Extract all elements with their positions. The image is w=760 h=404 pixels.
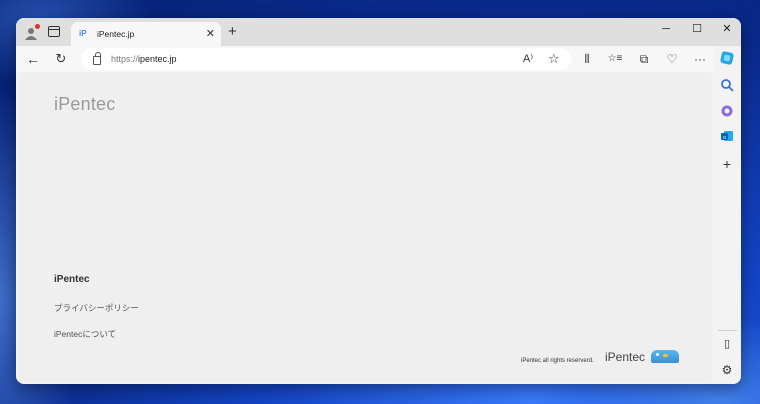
page-content: iPentec iPentec プライバシーポリシー iPentecについて i…	[19, 72, 712, 382]
url-host: ipentec.jp	[138, 54, 177, 64]
title-bar: iP iPentec.jp ✕ + ─ ☐ ✕	[16, 18, 741, 46]
footer-logo: iPentec	[605, 350, 646, 364]
tab-title: iPentec.jp	[97, 29, 135, 39]
split-screen-icon[interactable]: ⫴	[579, 51, 595, 67]
back-button[interactable]: ←	[25, 51, 41, 67]
favorites-icon[interactable]: ☆≡	[607, 51, 623, 67]
site-logo[interactable]: iPentec	[54, 94, 115, 115]
tab-close-icon[interactable]: ✕	[206, 28, 215, 40]
mascot-icon	[651, 350, 679, 363]
svg-text:o: o	[723, 135, 726, 141]
lock-icon[interactable]	[93, 51, 101, 65]
navigation-toolbar: ← ↻ https:// ipentec.jp A⁾ ☆ ⫴ ☆≡ ⧉ ♡ ··…	[16, 46, 741, 72]
more-menu-icon[interactable]: ···	[692, 51, 708, 67]
refresh-button[interactable]: ↻	[53, 51, 69, 67]
profile-button[interactable]	[22, 24, 40, 42]
read-aloud-icon[interactable]: A⁾	[523, 51, 533, 67]
browser-essentials-icon[interactable]: ♡	[664, 51, 680, 67]
new-tab-button[interactable]: +	[228, 24, 237, 40]
tab-actions-icon[interactable]	[48, 26, 60, 37]
tab-active[interactable]: iP iPentec.jp ✕	[71, 22, 221, 46]
site-favicon-icon: iP	[79, 29, 87, 38]
footer-title: iPentec	[54, 274, 90, 285]
minimize-button[interactable]: ─	[651, 21, 681, 37]
microsoft-365-icon[interactable]	[720, 104, 734, 118]
browser-window: iP iPentec.jp ✕ + ─ ☐ ✕ ← ↻ https:// ipe…	[16, 18, 741, 384]
search-icon[interactable]	[720, 78, 734, 92]
collections-icon[interactable]: ⧉	[636, 51, 652, 67]
url-scheme: https://	[111, 54, 139, 64]
sidebar-settings-icon[interactable]: ⚙	[719, 362, 735, 378]
privacy-policy-link[interactable]: プライバシーポリシー	[54, 302, 139, 314]
close-button[interactable]: ✕	[712, 21, 741, 37]
notification-dot	[35, 24, 40, 29]
sidebar-divider	[718, 330, 737, 331]
add-sidebar-app-icon[interactable]: +	[719, 156, 735, 172]
hide-sidebar-icon[interactable]: ▯	[719, 336, 735, 352]
edge-sidebar: o + ▯ ⚙	[714, 46, 741, 384]
outlook-icon[interactable]: o	[720, 129, 734, 143]
about-link[interactable]: iPentecについて	[54, 328, 116, 340]
maximize-button[interactable]: ☐	[682, 21, 712, 37]
copyright-text: iPentec all rights reserverd.	[521, 358, 594, 364]
address-bar[interactable]: https:// ipentec.jp A⁾ ☆	[81, 48, 571, 70]
copilot-icon[interactable]	[719, 50, 735, 66]
add-favorite-icon[interactable]: ☆	[548, 51, 560, 67]
